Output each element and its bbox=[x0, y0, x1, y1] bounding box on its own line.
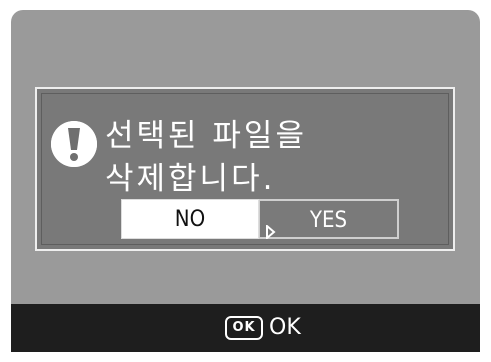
camera-screen: 선택된 파일을 삭제합니다. NO YES OK OK bbox=[11, 10, 480, 352]
delete-confirm-dialog: 선택된 파일을 삭제합니다. NO YES bbox=[35, 87, 455, 251]
footer-bar: OK OK bbox=[11, 304, 480, 352]
exclamation-icon bbox=[51, 121, 97, 167]
ok-hint: OK OK bbox=[225, 314, 301, 342]
ok-button-icon: OK bbox=[225, 316, 263, 340]
yes-button[interactable]: YES bbox=[259, 199, 399, 241]
no-button[interactable]: NO bbox=[121, 199, 259, 239]
yes-button-label: YES bbox=[309, 208, 348, 233]
selection-cursor-icon bbox=[266, 213, 276, 241]
ok-label: OK bbox=[269, 315, 301, 340]
dialog-message: 선택된 파일을 삭제합니다. bbox=[105, 118, 307, 197]
